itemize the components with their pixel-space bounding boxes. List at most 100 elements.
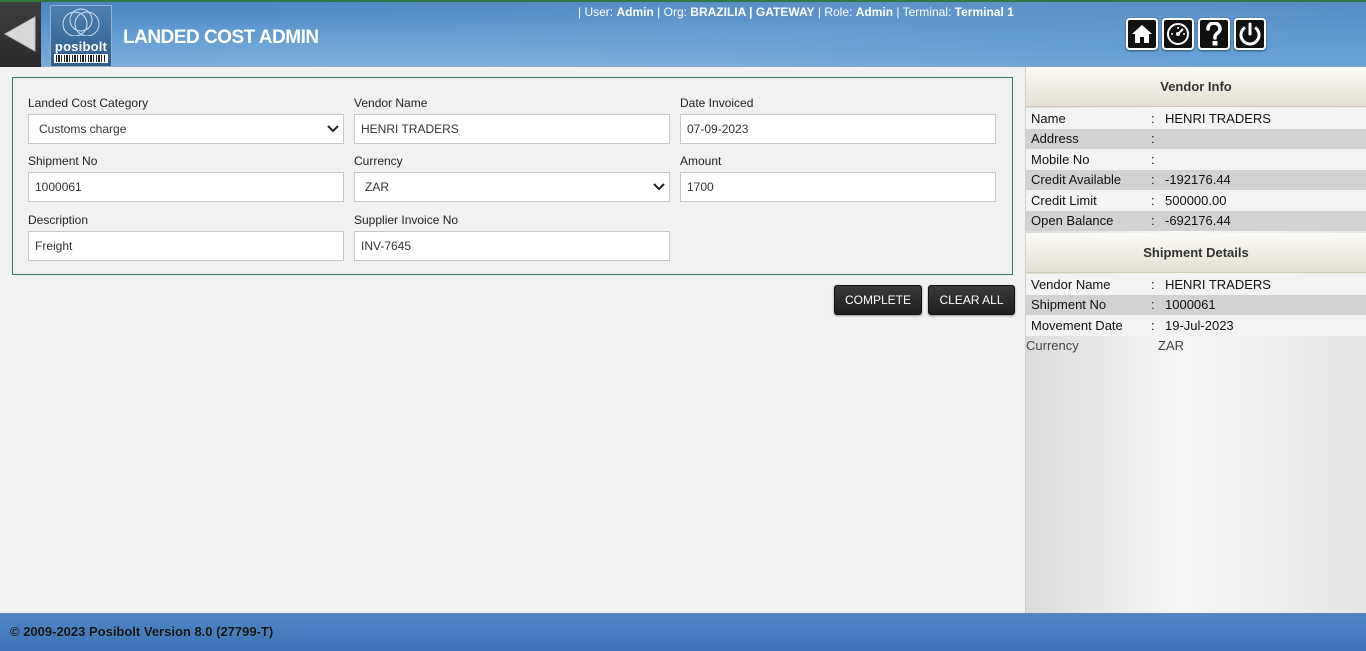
vendor-info-separator: : bbox=[1151, 151, 1155, 167]
app-footer: © 2009-2023 Posibolt Version 8.0 (27799-… bbox=[0, 613, 1366, 651]
posibolt-logo: posibolt bbox=[50, 5, 112, 67]
app-header: posibolt LANDED COST ADMIN | User: Admin… bbox=[0, 0, 1366, 67]
dashboard-icon bbox=[1167, 23, 1189, 45]
home-icon bbox=[1132, 25, 1152, 43]
description-label: Description bbox=[28, 213, 89, 227]
terminal-value: Terminal 1 bbox=[954, 5, 1014, 19]
shipment-detail-separator: : bbox=[1151, 276, 1155, 292]
date-invoiced-input[interactable]: 07-09-2023 bbox=[680, 114, 996, 144]
shipment-no-input[interactable]: 1000061 bbox=[28, 172, 344, 202]
chevron-down-icon bbox=[653, 183, 665, 191]
landed-cost-category-field: Landed Cost Category Customs charge bbox=[28, 96, 344, 144]
vendor-info-key: Address bbox=[1031, 131, 1079, 147]
logo-circles-icon bbox=[62, 8, 100, 36]
terminal-label: | Terminal: bbox=[896, 5, 952, 19]
shipment-no-field: Shipment No 1000061 bbox=[28, 154, 344, 202]
shipment-currency-row: Currency ZAR bbox=[1026, 336, 1366, 356]
date-invoiced-label: Date Invoiced bbox=[680, 96, 754, 110]
vendor-name-label: Vendor Name bbox=[354, 96, 428, 110]
clear-all-button[interactable]: CLEAR ALL bbox=[928, 285, 1015, 315]
amount-label: Amount bbox=[680, 154, 722, 168]
vendor-info-row: Open Balance: -692176.44 bbox=[1026, 210, 1366, 231]
vendor-name-input[interactable]: HENRI TRADERS bbox=[354, 114, 670, 144]
landed-cost-category-select[interactable]: Customs charge bbox=[28, 114, 344, 144]
vendor-info-row: Address: bbox=[1026, 128, 1366, 149]
vendor-info-separator: : bbox=[1151, 110, 1155, 126]
vendor-info-separator: : bbox=[1151, 213, 1155, 229]
vendor-info-row: Credit Limit:500000.00 bbox=[1026, 190, 1366, 211]
back-button[interactable] bbox=[0, 2, 41, 67]
home-button[interactable] bbox=[1126, 18, 1158, 50]
supplier-invoice-no-input[interactable]: INV-7645 bbox=[354, 231, 670, 261]
landed-cost-category-value: Customs charge bbox=[39, 122, 127, 136]
currency-label: Currency bbox=[354, 154, 403, 168]
landed-cost-category-label: Landed Cost Category bbox=[28, 96, 149, 110]
vendor-info-key: Mobile No bbox=[1031, 151, 1090, 167]
logout-button[interactable] bbox=[1234, 18, 1266, 50]
vendor-info-row: Credit Available: -192176.44 bbox=[1026, 169, 1366, 190]
currency-value: ZAR bbox=[365, 180, 389, 194]
vendor-name-value: HENRI TRADERS bbox=[361, 122, 459, 136]
shipment-detail-value: 1000061 bbox=[1165, 297, 1216, 313]
dashboard-button[interactable] bbox=[1162, 18, 1194, 50]
shipment-detail-value: HENRI TRADERS bbox=[1165, 276, 1271, 292]
vendor-info-value: 500000.00 bbox=[1165, 192, 1227, 208]
chevron-down-icon bbox=[327, 125, 339, 133]
shipment-details-title: Shipment Details bbox=[1026, 233, 1366, 273]
shipment-currency-value: ZAR bbox=[1158, 338, 1184, 353]
org-value: BRAZILIA | GATEWAY bbox=[690, 5, 815, 19]
org-label: | Org: bbox=[657, 5, 687, 19]
copyright-text: © 2009-2023 Posibolt Version 8.0 (27799-… bbox=[10, 624, 274, 639]
shipment-detail-row: Shipment No:1000061 bbox=[1026, 294, 1366, 315]
vendor-info-table: Name: HENRI TRADERS Address: Mobile No: Cred… bbox=[1026, 107, 1366, 231]
vendor-info-value: HENRI TRADERS bbox=[1165, 110, 1271, 126]
landed-cost-form: Landed Cost Category Customs charge Vend… bbox=[12, 77, 1013, 275]
vendor-info-key: Credit Limit bbox=[1031, 192, 1097, 208]
help-button[interactable] bbox=[1198, 18, 1230, 50]
amount-field: Amount 1700 bbox=[680, 154, 996, 202]
user-label: | User: bbox=[578, 5, 614, 19]
description-input[interactable]: Freight bbox=[28, 231, 344, 261]
description-field: Description Freight bbox=[28, 213, 344, 261]
shipment-detail-separator: : bbox=[1151, 297, 1155, 313]
vendor-info-row: Mobile No: bbox=[1026, 149, 1366, 170]
shipment-detail-separator: : bbox=[1151, 317, 1155, 333]
supplier-invoice-no-value: INV-7645 bbox=[361, 239, 412, 253]
shipment-currency-key: Currency bbox=[1026, 338, 1079, 353]
info-sidebar: Vendor Info Name: HENRI TRADERS Address: Mo… bbox=[1025, 67, 1366, 613]
supplier-invoice-no-field: Supplier Invoice No INV-7645 bbox=[354, 213, 670, 261]
back-arrow-icon bbox=[3, 16, 36, 52]
session-info: | User: Admin | Org: BRAZILIA | GATEWAY … bbox=[578, 5, 1014, 19]
role-label: | Role: bbox=[817, 5, 853, 19]
currency-field: Currency ZAR bbox=[354, 154, 670, 202]
shipment-detail-key: Vendor Name bbox=[1031, 276, 1111, 292]
vendor-info-separator: : bbox=[1151, 131, 1155, 147]
vendor-info-row: Name: HENRI TRADERS bbox=[1026, 108, 1366, 129]
vendor-info-value: -192176.44 bbox=[1165, 172, 1231, 188]
shipment-detail-value: 19-Jul-2023 bbox=[1165, 317, 1234, 333]
date-invoiced-value: 07-09-2023 bbox=[687, 122, 749, 136]
shipment-detail-key: Movement Date bbox=[1031, 317, 1123, 333]
logo-brand-text: posibolt bbox=[54, 39, 108, 54]
supplier-invoice-no-label: Supplier Invoice No bbox=[354, 213, 459, 227]
user-value: Admin bbox=[616, 5, 654, 19]
power-icon bbox=[1239, 22, 1261, 46]
currency-select[interactable]: ZAR bbox=[354, 172, 670, 202]
vendor-name-field: Vendor Name HENRI TRADERS bbox=[354, 96, 670, 144]
amount-input[interactable]: 1700 bbox=[680, 172, 996, 202]
role-value: Admin bbox=[855, 5, 894, 19]
shipment-detail-row: Vendor Name: HENRI TRADERS bbox=[1026, 274, 1366, 295]
help-icon bbox=[1206, 22, 1222, 46]
vendor-info-key: Open Balance bbox=[1031, 213, 1114, 229]
amount-value: 1700 bbox=[687, 180, 714, 194]
vendor-info-separator: : bbox=[1151, 172, 1155, 188]
vendor-info-key: Name bbox=[1031, 110, 1066, 126]
vendor-info-separator: : bbox=[1151, 192, 1155, 208]
header-toolbar bbox=[1126, 18, 1266, 50]
vendor-info-key: Credit Available bbox=[1031, 172, 1122, 188]
date-invoiced-field: Date Invoiced 07-09-2023 bbox=[680, 96, 996, 144]
shipment-no-label: Shipment No bbox=[28, 154, 98, 168]
shipment-details-table: Vendor Name: HENRI TRADERS Shipment No:100… bbox=[1026, 273, 1366, 336]
page-title: LANDED COST ADMIN bbox=[123, 27, 319, 48]
complete-button[interactable]: COMPLETE bbox=[834, 285, 922, 315]
